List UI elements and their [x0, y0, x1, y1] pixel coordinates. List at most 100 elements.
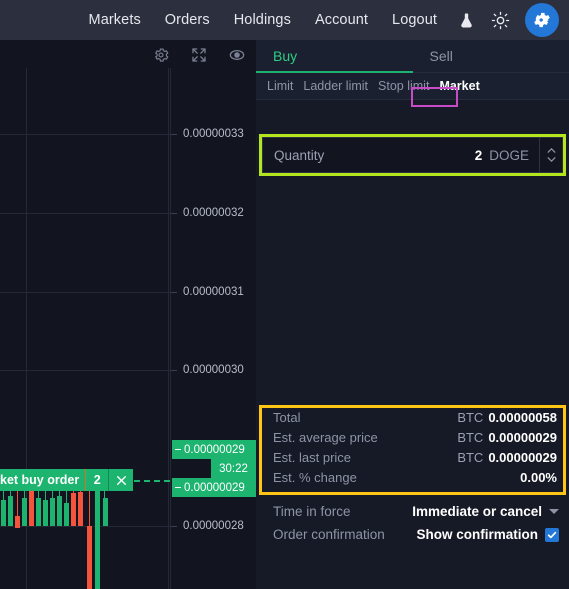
last-price-tag[interactable]: 0.00000029	[172, 478, 256, 497]
candle-body	[87, 526, 92, 589]
candle-body	[50, 498, 55, 526]
tab-buy-label: Buy	[273, 48, 298, 64]
chart-toolbar	[150, 44, 248, 66]
axis-tick	[171, 292, 177, 293]
candle-body	[36, 498, 41, 526]
nav-link-account[interactable]: Account	[315, 12, 368, 28]
chevron-down-icon[interactable]	[549, 506, 559, 517]
candle-body	[43, 500, 48, 526]
order-options: Time in force Immediate or cancel Order …	[262, 500, 563, 546]
pct-change-label: Est. % change	[273, 469, 357, 485]
candlestick-plot[interactable]	[0, 68, 170, 589]
last-price-currency: BTC	[457, 449, 484, 465]
axis-label: 0.00000033	[183, 128, 244, 140]
candle-body	[64, 503, 69, 526]
order-marker-quantity: 2	[85, 469, 109, 491]
time-in-force-row: Time in force Immediate or cancel	[262, 500, 563, 523]
quantity-value[interactable]: 2	[475, 148, 490, 163]
check-icon	[547, 531, 557, 538]
order-confirmation-value[interactable]: Show confirmation	[417, 527, 539, 542]
flask-icon[interactable]	[455, 9, 477, 31]
nav-link-holdings[interactable]: Holdings	[234, 12, 291, 28]
candle-body	[78, 492, 83, 526]
candle-body	[57, 496, 62, 526]
tab-sell[interactable]: Sell	[413, 40, 569, 72]
price-axis[interactable]: 0.00000033 0.00000032 0.00000031 0.00000…	[170, 68, 256, 589]
time-in-force-value[interactable]: Immediate or cancel	[412, 504, 542, 519]
candle-body	[8, 496, 13, 526]
last-price-label: Est. last price	[273, 449, 352, 465]
candle-countdown-tag: 30:22	[211, 459, 256, 478]
candle-body	[71, 493, 76, 526]
order-price-tag-value: 0.00000029	[184, 443, 245, 456]
avg-price-label: Est. average price	[273, 429, 378, 445]
order-type-ladder-limit[interactable]: Ladder limit	[303, 79, 368, 93]
nav-link-orders[interactable]: Orders	[165, 12, 210, 28]
tick-dash	[175, 449, 181, 450]
order-entry-panel: Buy Sell Limit Ladder limit Stop limit M…	[256, 40, 569, 589]
tab-sell-label: Sell	[429, 48, 453, 64]
order-type-stop-limit[interactable]: Stop limit	[378, 79, 429, 93]
axis-tick	[171, 370, 177, 371]
time-in-force-label: Time in force	[273, 504, 351, 519]
pct-change-value: 0.00%	[520, 469, 557, 485]
gridline-v	[168, 68, 169, 589]
quantity-stepper[interactable]	[539, 138, 562, 172]
total-value: 0.00000058	[488, 409, 557, 425]
candle-body	[1, 500, 6, 526]
quantity-unit: DOGE	[489, 147, 529, 163]
table-row: Est. average price BTC 0.00000029	[262, 427, 563, 447]
nav-link-markets[interactable]: Markets	[89, 12, 141, 28]
order-confirmation-checkbox[interactable]	[545, 527, 559, 542]
axis-tick	[171, 526, 177, 527]
order-type-tabs: Limit Ladder limit Stop limit Market	[256, 73, 569, 100]
order-type-limit[interactable]: Limit	[267, 79, 293, 93]
table-row: Est. last price BTC 0.00000029	[262, 447, 563, 467]
order-confirmation-label: Order confirmation	[273, 527, 385, 542]
total-label: Total	[273, 409, 301, 425]
candle-body	[95, 488, 100, 589]
buy-sell-tabs: Buy Sell	[256, 40, 569, 73]
fullscreen-icon[interactable]	[188, 44, 210, 66]
total-row: Total BTC 0.00000058	[262, 407, 563, 427]
trading-app: Markets Orders Holdings Account Logout k…	[0, 0, 569, 589]
last-price-value: 0.00000029	[488, 449, 557, 465]
quantity-input[interactable]: Quantity 2 DOGE	[262, 137, 563, 173]
order-price-tag[interactable]: 0.00000029	[172, 440, 256, 459]
axis-tick	[171, 213, 177, 214]
order-marker-label: ket buy order	[0, 469, 86, 491]
avg-price-value: 0.00000029	[488, 429, 557, 445]
tick-dash	[175, 487, 181, 488]
last-price-tag-value: 0.00000029	[184, 481, 245, 494]
axis-label: 0.00000028	[183, 520, 244, 532]
order-totals: Total BTC 0.00000058 Est. average price …	[262, 407, 563, 487]
quantity-row: Quantity 2 DOGE	[259, 134, 566, 176]
quantity-label: Quantity	[274, 147, 325, 163]
order-confirmation-row: Order confirmation Show confirmation	[262, 523, 563, 546]
settings-gear-icon[interactable]	[525, 3, 559, 37]
table-row: Est. % change 0.00%	[262, 467, 563, 487]
chevron-up-icon	[547, 148, 555, 153]
close-icon[interactable]	[108, 469, 134, 491]
eye-icon[interactable]	[226, 44, 248, 66]
sun-icon[interactable]	[489, 9, 511, 31]
candle-body	[103, 498, 108, 526]
avg-price-currency: BTC	[457, 429, 484, 445]
order-type-market[interactable]: Market	[439, 79, 479, 93]
top-navigation-bar: Markets Orders Holdings Account Logout	[0, 0, 569, 40]
axis-tick	[171, 134, 177, 135]
nav-link-logout[interactable]: Logout	[392, 12, 437, 28]
total-currency: BTC	[457, 409, 484, 425]
gear-icon[interactable]	[150, 44, 172, 66]
chevron-down-icon	[547, 157, 555, 162]
axis-label: 0.00000032	[183, 207, 244, 219]
tab-buy[interactable]: Buy	[256, 40, 413, 73]
candle-body	[29, 490, 34, 526]
candle-body	[15, 516, 20, 528]
market-buy-order-marker[interactable]: ket buy order 2	[0, 469, 134, 491]
candle-body	[22, 498, 27, 526]
axis-label: 0.00000030	[183, 364, 244, 376]
axis-label: 0.00000031	[183, 286, 244, 298]
candle-countdown-value: 30:22	[219, 462, 248, 475]
price-chart-area[interactable]: ket buy order 2 0.00000033 0.00000032 0.…	[0, 40, 256, 589]
